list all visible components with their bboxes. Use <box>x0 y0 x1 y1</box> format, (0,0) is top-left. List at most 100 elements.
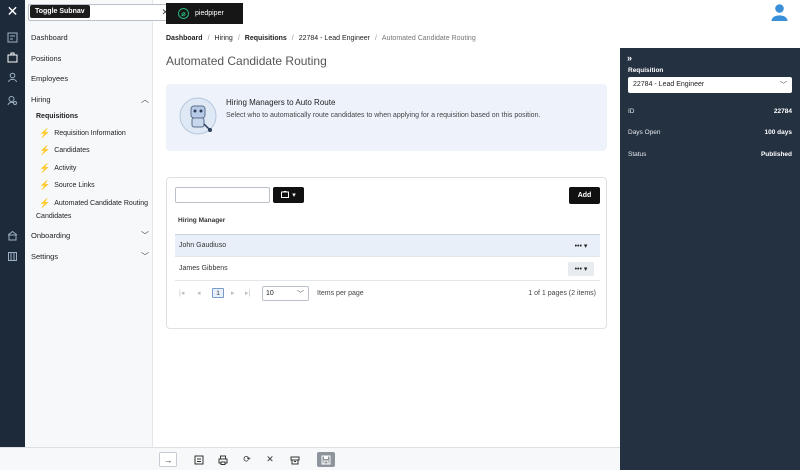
breadcrumb: Dashboard / Hiring / Requisitions / 2278… <box>166 35 476 42</box>
table-row[interactable]: John Gaudiuso ••• ▾ <box>175 234 600 257</box>
breadcrumb-requisition[interactable]: 22784 - Lead Engineer <box>299 35 370 42</box>
page-size-value: 10 <box>266 290 274 297</box>
person-icon[interactable] <box>5 70 20 85</box>
row-actions-button[interactable]: ••• ▾ <box>568 262 594 276</box>
briefcase-icon[interactable] <box>5 50 20 65</box>
nav-label: Employees <box>31 74 69 83</box>
nav-item-positions[interactable]: Positions <box>31 54 149 63</box>
archive-icon[interactable] <box>286 452 304 467</box>
nav-link-activity[interactable]: ⚡ Activity <box>39 163 76 174</box>
field-label: Status <box>628 151 647 158</box>
more-icon: ••• <box>574 242 582 250</box>
arrow-right-icon[interactable]: → <box>159 452 177 467</box>
icon-rail: ✕ <box>0 0 25 470</box>
bottom-bar-left <box>0 447 153 470</box>
nav-link-label: Automated Candidate Routing <box>54 200 149 207</box>
robot-illustration-icon <box>178 96 218 136</box>
dashboard-icon[interactable] <box>5 30 20 45</box>
nav-item-requisitions[interactable]: Requisitions <box>36 113 78 120</box>
user-avatar-icon[interactable] <box>771 3 788 21</box>
breadcrumb-separator: / <box>237 35 240 42</box>
row-actions-button[interactable]: ••• ▾ <box>568 239 594 253</box>
prev-page-icon[interactable]: ◂ <box>197 289 201 297</box>
id-card-icon <box>281 190 290 200</box>
nav-item-onboarding[interactable]: Onboarding ﹀ <box>31 231 149 240</box>
nav-label: Onboarding <box>31 231 71 240</box>
field-label: Days Open <box>628 129 661 136</box>
table-row[interactable]: James Gibbens ••• ▾ <box>175 258 600 281</box>
settings-icon[interactable] <box>5 249 20 264</box>
items-per-page-label: Items per page <box>317 290 364 297</box>
nav-link-automated-candidate-routing[interactable]: ⚡ Automated Candidate Routing <box>39 198 148 209</box>
chevron-down-icon: ﹀ <box>780 82 787 89</box>
breadcrumb-dashboard[interactable]: Dashboard <box>166 35 203 42</box>
hiring-manager-name: John Gaudiuso <box>179 242 227 249</box>
chevron-down-icon: ﹀ <box>141 231 149 240</box>
nav-link-label: Activity <box>54 165 77 172</box>
nav-label: Dashboard <box>31 33 68 42</box>
breadcrumb-requisitions[interactable]: Requisitions <box>245 35 287 42</box>
nav-item-dashboard[interactable]: Dashboard <box>31 33 149 42</box>
building-icon[interactable] <box>5 228 20 243</box>
nav-label: Settings <box>31 252 59 261</box>
caret-down-icon: ▾ <box>583 266 588 273</box>
bolt-icon: ⚡ <box>39 180 51 190</box>
subnav: ✕ Dashboard Positions Employees Hiring ︿… <box>25 0 173 470</box>
piedpiper-logo-icon: ⌀ <box>178 8 189 19</box>
brand-name: piedpiper <box>195 10 224 17</box>
nav-link-label: Source Links <box>54 182 95 189</box>
nav-label: Hiring <box>31 95 51 104</box>
info-title: Hiring Managers to Auto Route <box>226 98 336 107</box>
add-button[interactable]: Add <box>569 187 600 204</box>
first-page-icon[interactable]: |◂ <box>179 289 184 297</box>
nav-link-candidates[interactable]: ⚡ Candidates <box>39 145 90 156</box>
collapse-panel-icon[interactable]: » <box>627 53 632 63</box>
hiring-manager-name: James Gibbens <box>179 265 228 272</box>
close-icon[interactable]: ✕ <box>5 3 20 19</box>
caret-down-icon: ▾ <box>292 192 296 199</box>
pager-info: 1 of 1 pages (2 items) <box>528 290 596 297</box>
nav-link-label: Candidates <box>54 147 90 154</box>
save-icon[interactable] <box>317 452 335 467</box>
requisition-select-value: 22784 - Lead Engineer <box>633 81 705 88</box>
field-label: ID <box>628 108 635 115</box>
refresh-icon[interactable]: ⟳ <box>238 452 256 467</box>
nav-item-settings[interactable]: Settings ﹀ <box>31 252 149 261</box>
nav-item-employees[interactable]: Employees <box>31 74 149 83</box>
page-number-button[interactable]: 1 <box>212 288 224 298</box>
print-icon[interactable] <box>214 452 232 467</box>
more-icon: ••• <box>574 265 582 273</box>
toggle-subnav-tooltip: Toggle Subnav <box>30 5 90 18</box>
bottom-toolbar: → ⟳ ✕ <box>153 447 620 470</box>
nav-link-requisition-information[interactable]: ⚡ Requisition Information <box>39 128 126 139</box>
requisition-select[interactable]: 22784 - Lead Engineer ﹀ <box>628 77 792 93</box>
nav-label: Positions <box>31 54 62 63</box>
manager-picker-dropdown[interactable]: ▾ <box>273 187 304 203</box>
nav-link-source-links[interactable]: ⚡ Source Links <box>39 180 95 191</box>
close-icon[interactable]: ✕ <box>261 452 279 467</box>
nav-item-candidates[interactable]: Candidates <box>36 213 71 220</box>
breadcrumb-hiring[interactable]: Hiring <box>215 35 233 42</box>
hiring-managers-card: ▾ Add Hiring Manager John Gaudiuso ••• ▾… <box>166 177 607 329</box>
field-value: 100 days <box>764 129 792 136</box>
breadcrumb-separator: / <box>291 35 294 42</box>
requisition-label: Requisition <box>628 67 664 74</box>
person-search-icon[interactable] <box>5 93 20 108</box>
chevron-down-icon: ﹀ <box>141 252 149 261</box>
field-value: 22784 <box>773 108 792 115</box>
page-size-select[interactable]: 10 ﹀ <box>262 286 309 301</box>
nav-item-hiring[interactable]: Hiring ︿ <box>31 95 149 104</box>
chevron-up-icon: ︿ <box>141 95 149 104</box>
hiring-manager-search-input[interactable] <box>175 187 270 203</box>
info-card: Hiring Managers to Auto Route Select who… <box>166 84 607 151</box>
bolt-icon: ⚡ <box>39 198 51 208</box>
last-page-icon[interactable]: ▸| <box>245 289 250 297</box>
chevron-down-icon: ﹀ <box>297 291 304 298</box>
column-header-hiring-manager[interactable]: Hiring Manager <box>178 217 225 224</box>
breadcrumb-current: Automated Candidate Routing <box>381 35 476 42</box>
brand-logo[interactable]: ⌀ piedpiper <box>166 3 243 24</box>
field-value: Published <box>760 151 792 158</box>
breadcrumb-separator: / <box>207 35 210 42</box>
next-page-icon[interactable]: ▸ <box>231 289 235 297</box>
report-icon[interactable] <box>190 452 208 467</box>
